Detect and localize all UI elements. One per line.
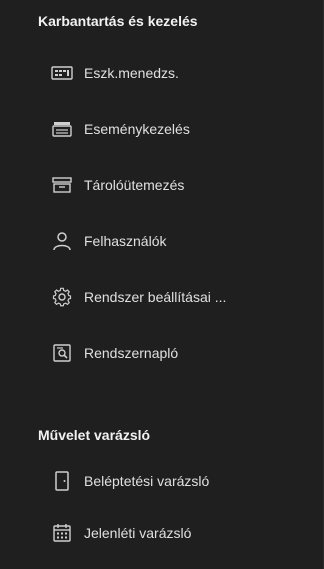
nav-item-storage-schedule[interactable]: Tárolóütemezés [0,165,300,205]
event-management-icon [51,119,73,139]
nav-label-access-wizard: Beléptetési varázsló [84,473,210,489]
nav-item-event-management[interactable]: Eseménykezelés [0,109,300,149]
nav-label-users: Felhasználók [84,233,167,249]
attendance-calendar-icon [51,523,73,543]
nav-label-device-manager: Eszk.menedzs. [84,65,179,81]
nav-item-attendance-wizard[interactable]: Jelenléti varázsló [0,513,300,553]
nav-label-event-management: Eseménykezelés [84,121,190,137]
nav-label-storage-schedule: Tárolóütemezés [84,177,185,193]
device-manager-icon [51,63,73,83]
user-icon [51,231,73,251]
door-access-icon [51,471,73,491]
section-title-operation-wizard: Művelet varázsló [38,427,151,443]
nav-label-system-settings: Rendszer beállításai ... [84,289,227,305]
nav-item-system-settings[interactable]: Rendszer beállításai ... [0,277,300,317]
nav-item-system-log[interactable]: Rendszernapló [0,333,300,373]
nav-label-system-log: Rendszernapló [84,345,179,361]
nav-item-device-manager[interactable]: Eszk.menedzs. [0,53,300,93]
nav-item-access-wizard[interactable]: Beléptetési varázsló [0,461,300,501]
gear-icon [51,287,73,307]
nav-label-attendance-wizard: Jelenléti varázsló [84,525,192,541]
storage-schedule-icon [51,175,73,195]
system-log-icon [51,343,73,363]
nav-item-users[interactable]: Felhasználók [0,221,300,261]
section-title-maintenance: Karbantartás és kezelés [38,13,198,29]
